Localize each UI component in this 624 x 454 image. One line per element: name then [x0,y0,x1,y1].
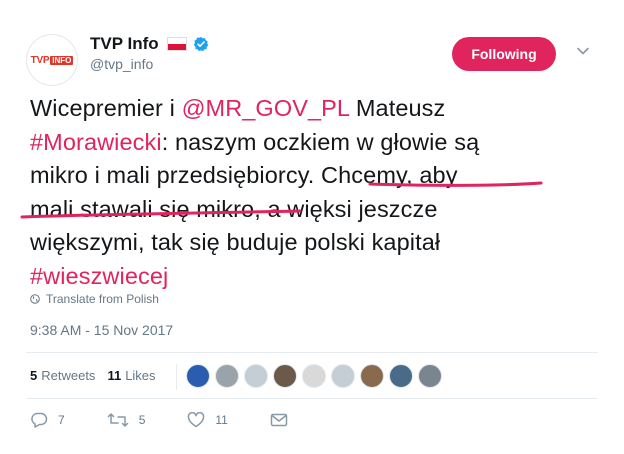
tweet-text-segment: : naszym oczkiem w głowie są [161,128,480,155]
hashtag-link[interactable]: #wieszwiecej [30,263,168,289]
liker-avatar[interactable] [331,364,355,388]
avatar[interactable]: TVP INFO [26,34,78,86]
poland-flag-icon [166,37,187,51]
tweet-line: mali stawali się mikro, a więksi jeszcze [30,193,600,227]
tweet-line: większymi, tak się buduje polski kapitał [30,226,600,260]
tweet-text-segment: większymi, tak się buduje polski kapitał [30,229,441,255]
user-handle[interactable]: @tvp_info [90,56,153,72]
liker-avatar[interactable] [273,364,297,388]
tweet-actions: 7 5 11 [30,412,340,428]
mention-link[interactable]: @MR_GOV_PL [182,95,350,121]
translate-label: Translate from Polish [46,292,159,306]
tweet-line: Wicepremier i @MR_GOV_PL Mateusz [30,92,600,126]
tweet-text-segment: Wicepremier i [30,95,182,121]
reply-icon [31,412,48,428]
name-row: TVP Info [90,34,209,54]
following-button[interactable]: Following [452,37,556,71]
tweet-line: mikro i mali przedsiębiorcy. Chcemy, aby [30,159,600,193]
stats-divider [176,364,177,390]
reply-count: 7 [58,413,65,427]
liker-avatars [186,364,447,388]
tweet-text-segment: mikro i mali przedsiębiorcy. Chcemy, aby [30,162,458,188]
likes-label: Likes [125,368,156,383]
liker-avatar[interactable] [360,364,384,388]
chevron-down-icon[interactable] [576,44,590,58]
like-action[interactable]: 11 [187,412,228,428]
display-name[interactable]: TVP Info [90,34,159,54]
liker-avatar[interactable] [389,364,413,388]
likes-stat[interactable]: 11 Likes [107,368,155,383]
tweet-stats: 5 Retweets 11 Likes [30,368,156,383]
translate-link[interactable]: Translate from Polish [30,292,159,306]
dm-action[interactable] [270,413,298,427]
liker-avatar[interactable] [418,364,442,388]
liker-avatar[interactable] [302,364,326,388]
retweets-label: Retweets [41,368,96,383]
retweets-stat[interactable]: 5 Retweets [30,368,95,383]
retweet-icon [107,413,128,427]
envelope-icon [270,413,288,427]
retweet-action[interactable]: 5 [107,412,146,428]
liker-avatar[interactable] [215,364,239,388]
heart-icon [188,412,205,428]
divider-top [26,352,598,353]
tweet-text-segment: Mateusz [349,95,446,121]
tweet-text: Wicepremier i @MR_GOV_PL Mateusz #Morawie… [30,92,600,293]
retweets-count: 5 [30,368,38,383]
globe-icon [30,294,40,304]
logo-sub: INFO [50,55,74,65]
verified-badge-icon [193,37,208,52]
retweet-count: 5 [138,413,146,427]
like-count: 11 [215,413,228,427]
tweet-text-segment: , a więksi jeszcze [254,195,438,222]
likes-count: 11 [107,368,122,383]
tweet-line: #wieszwiecej [30,260,600,294]
reply-action[interactable]: 7 [30,412,65,428]
tvp-info-logo: TVP INFO [31,55,74,66]
tweet-text-segment: mali stawali się mikro [30,195,255,222]
tweet-timestamp[interactable]: 9:38 AM - 15 Nov 2017 [30,322,173,338]
logo-brand: TVP [30,54,50,66]
liker-avatar[interactable] [186,364,210,388]
divider-bottom [26,398,598,399]
hashtag-link[interactable]: #Morawiecki [30,129,162,155]
tweet-line: #Morawiecki: naszym oczkiem w głowie są [30,126,600,160]
liker-avatar[interactable] [244,364,268,388]
